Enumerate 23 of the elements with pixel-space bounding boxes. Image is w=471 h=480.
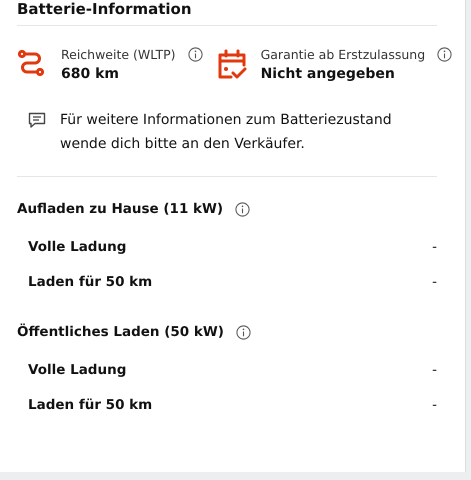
row-value: - (432, 362, 437, 378)
row-label: Volle Ladung (28, 239, 126, 255)
row-label: Laden für 50 km (28, 397, 152, 413)
row-label: Volle Ladung (28, 362, 126, 378)
calendar-check-icon (216, 49, 247, 81)
info-icon[interactable] (235, 202, 250, 216)
section-heading: Aufladen zu Hause (11 kW) (17, 201, 224, 217)
stat-label: Garantie ab Erstzulassung (260, 47, 426, 62)
info-note: Für weitere Informationen zum Batteriezustand wende dich bitte an den Verkäufer. (60, 111, 393, 154)
stat-label: Reichweite (WLTP) (61, 47, 176, 62)
row-label: Laden für 50 km (28, 274, 152, 290)
info-icon[interactable] (188, 47, 203, 62)
message-icon (28, 112, 46, 128)
row-value: - (432, 274, 437, 290)
section-heading: Öffentliches Laden (50 kW) (17, 324, 224, 340)
row-value: - (432, 397, 437, 413)
info-icon[interactable] (236, 324, 251, 340)
section-title: Batterie-Information (17, 0, 193, 18)
stat-value: 680 km (61, 66, 120, 82)
row-value: - (432, 239, 437, 255)
stat-value: Nicht angegeben (260, 66, 396, 82)
route-icon (17, 49, 47, 79)
info-icon[interactable] (437, 47, 452, 62)
